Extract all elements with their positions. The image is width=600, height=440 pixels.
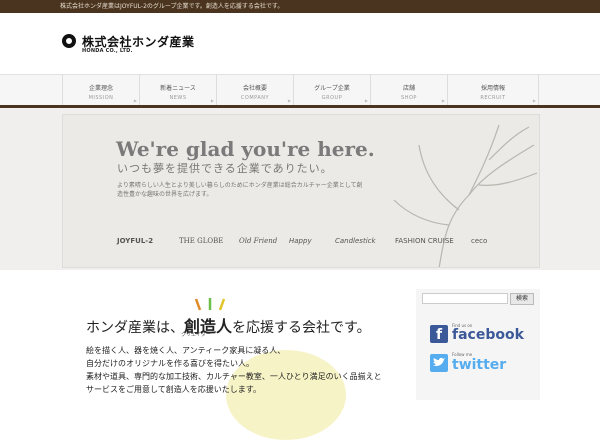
- nav-label-jp: 企業理念: [88, 85, 113, 92]
- nav-label-jp: グループ企業: [314, 85, 350, 92]
- brand-logos: JOYFUL-2 THE GLOBE Old Friend Happy Cand…: [113, 237, 533, 253]
- brand-logo[interactable]: Old Friend: [239, 237, 277, 245]
- brand-logo[interactable]: THE GLOBE: [179, 237, 223, 245]
- twitter-bird-icon: [430, 354, 448, 372]
- intro-line: 絵を描く人、器を焼く人、アンティーク家具に凝る人、: [86, 346, 286, 355]
- nav-label-jp: 店舗: [402, 85, 415, 92]
- nav-label-jp: 会社概要: [242, 85, 267, 92]
- pencils-icon: [194, 298, 226, 311]
- heading-prefix: ホンダ産業は、: [86, 320, 184, 336]
- nav-item-shop[interactable]: 店舗 SHOP ▶: [370, 75, 447, 105]
- brand-logo[interactable]: ceco: [471, 237, 487, 245]
- brand-logo[interactable]: JOYFUL-2: [117, 237, 153, 245]
- nav-label-en: COMPANY: [240, 95, 270, 101]
- nav-arrow-icon: ▶: [210, 98, 214, 103]
- hero-subtitle: いつも夢を提供できる企業でありたい。: [117, 162, 333, 175]
- nav-arrow-icon: ▶: [441, 98, 445, 103]
- intro-line: 素材や道具、専門的な加工技術、カルチャー教室、一人ひとり満足のいく品揃えと: [86, 372, 382, 381]
- hero-banner: We're glad you're here. いつも夢を提供できる企業でありた…: [62, 114, 540, 268]
- nav-arrow-icon: ▶: [133, 98, 137, 103]
- twitter-link[interactable]: Follow me twitter: [430, 352, 520, 374]
- hero-title: We're glad you're here.: [116, 137, 375, 161]
- nav-item-news[interactable]: 新着ニュース NEWS ▶: [139, 75, 216, 105]
- nav-arrow-icon: ▶: [364, 98, 368, 103]
- nav-arrow-icon: ▶: [532, 98, 536, 103]
- nav-label-en: RECRUIT: [480, 95, 506, 101]
- search-input[interactable]: [422, 293, 508, 304]
- nav-label-jp: 採用情報: [480, 85, 505, 92]
- nav-item-company[interactable]: 会社概要 COMPANY ▶: [216, 75, 293, 105]
- facebook-icon: f: [430, 325, 448, 343]
- nav-arrow-icon: ▶: [287, 98, 291, 103]
- brand-logo[interactable]: Candlestick: [335, 237, 376, 245]
- logo-sub: HONDA CO., LTD.: [82, 48, 133, 54]
- hero-section: We're glad you're here. いつも夢を提供できる企業でありた…: [0, 108, 600, 270]
- brand-logo[interactable]: FASHION CRUISE: [395, 237, 454, 245]
- nav-label-jp: 新着ニュース: [160, 85, 196, 92]
- heading-ruby: クリエイター: [181, 332, 211, 338]
- main-nav: 企業理念 MISSION ▶ 新着ニュース NEWS ▶ 会社概要 COMPAN…: [0, 74, 600, 105]
- logo-mark-icon: [62, 34, 76, 48]
- intro-line: サービスをご用意して創造人を応援いたします。: [86, 385, 261, 394]
- nav-label-en: MISSION: [88, 95, 114, 101]
- facebook-link[interactable]: f Find us on facebook: [430, 323, 524, 345]
- top-info-bar: 株式会社ホンダ産業はJOYFUL-2のグループ企業です。創造人を応援する会社です…: [0, 0, 600, 13]
- nav-item-group[interactable]: グループ企業 GROUP ▶: [293, 75, 370, 105]
- intro-line: 自分だけのオリジナルを作る喜びを得たい人。: [86, 359, 254, 368]
- nav-item-recruit[interactable]: 採用情報 RECRUIT ▶: [447, 75, 539, 105]
- facebook-label: facebook: [452, 327, 524, 343]
- nav-item-mission[interactable]: 企業理念 MISSION ▶: [62, 75, 139, 105]
- nav-label-en: NEWS: [169, 95, 187, 101]
- top-info-text: 株式会社ホンダ産業はJOYFUL-2のグループ企業です。創造人を応援する会社です…: [60, 3, 284, 10]
- search-button[interactable]: 検索: [510, 293, 534, 305]
- hero-description: より素晴らしい人生とより美しい暮らしのためにホンダ産業は総合カルチャー企業として…: [117, 182, 363, 198]
- main-heading: ホンダ産業は、創造人を応援する会社です。: [86, 313, 371, 337]
- nav-label-en: SHOP: [401, 95, 417, 101]
- nav-label-en: GROUP: [321, 95, 343, 101]
- heading-suffix: を応援する会社です。: [232, 320, 371, 336]
- twitter-label: twitter: [452, 357, 507, 373]
- brand-logo[interactable]: Happy: [289, 237, 312, 245]
- intro-text: 絵を描く人、器を焼く人、アンティーク家具に凝る人、 自分だけのオリジナルを作る喜…: [86, 344, 386, 396]
- site-header: 株式会社ホンダ産業 HONDA CO., LTD.: [0, 13, 600, 74]
